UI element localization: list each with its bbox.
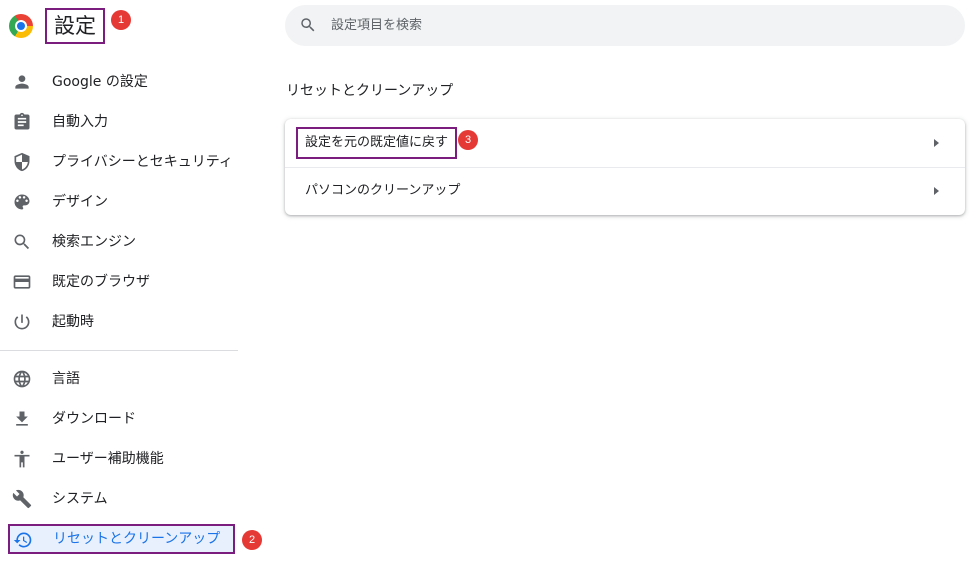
chrome-logo-icon [9,14,33,38]
annotation-badge-3: 3 [458,130,478,150]
palette-icon [12,192,32,212]
shield-icon [12,152,32,172]
search-input[interactable] [331,5,931,46]
cleanup-computer-label: パソコンのクリーンアップ [305,183,461,198]
sidebar-item-appearance[interactable]: デザイン [0,182,240,222]
sidebar-item-on-startup[interactable]: 起動時 [0,302,240,342]
download-icon [12,409,32,429]
sidebar-item-label: 言語 [52,371,80,387]
accessibility-icon [12,449,32,469]
sidebar-item-label: 既定のブラウザ [52,274,150,290]
sidebar-item-accessibility[interactable]: ユーザー補助機能 [0,439,240,479]
search-bar[interactable] [285,5,965,46]
section-title: リセットとクリーンアップ [286,83,454,99]
reset-settings-label: 設定を元の既定値に戻す [305,135,449,150]
sidebar-divider [0,350,238,351]
sidebar-item-label: リセットとクリーンアップ [53,531,221,547]
annotation-badge-2: 2 [242,530,262,550]
sidebar-item-privacy[interactable]: プライバシーとセキュリティ [0,142,240,182]
sidebar-item-default-browser[interactable]: 既定のブラウザ [0,262,240,302]
sidebar-item-label: 自動入力 [52,114,108,130]
sidebar-item-label: 検索エンジン [52,234,136,250]
sidebar-item-system[interactable]: システム [0,479,240,519]
globe-icon [12,369,32,389]
sidebar-item-label: 起動時 [52,314,94,330]
arrow-right-icon [934,187,939,195]
search-icon [301,18,315,32]
sidebar-item-label: Google の設定 [52,74,148,90]
sidebar-item-search-engine[interactable]: 検索エンジン [0,222,240,262]
person-icon [12,72,32,92]
browser-icon [12,272,32,292]
annotation-badge-1: 1 [111,10,131,30]
power-icon [12,312,32,332]
sidebar-item-downloads[interactable]: ダウンロード [0,399,240,439]
cleanup-computer-row[interactable]: パソコンのクリーンアップ [285,167,965,215]
sidebar-item-label: デザイン [52,194,108,210]
sidebar-item-label: ユーザー補助機能 [52,451,164,467]
sidebar-item-reset-and-cleanup[interactable]: リセットとクリーンアップ [8,524,235,554]
restore-icon [13,530,33,550]
sidebar-item-label: ダウンロード [52,411,136,427]
arrow-right-icon [934,139,939,147]
reset-settings-row[interactable]: 設定を元の既定値に戻す [285,119,965,167]
sidebar-item-google[interactable]: Google の設定 [0,62,240,102]
sidebar-item-label: プライバシーとセキュリティ [52,154,233,170]
sidebar-item-autofill[interactable]: 自動入力 [0,102,240,142]
sidebar-item-label: システム [52,491,108,507]
page-title: 設定 [45,8,105,44]
clipboard-icon [12,112,32,132]
search-icon [12,232,32,252]
reset-card: 設定を元の既定値に戻す パソコンのクリーンアップ [285,119,965,215]
sidebar-item-languages[interactable]: 言語 [0,359,240,399]
wrench-icon [12,489,32,509]
